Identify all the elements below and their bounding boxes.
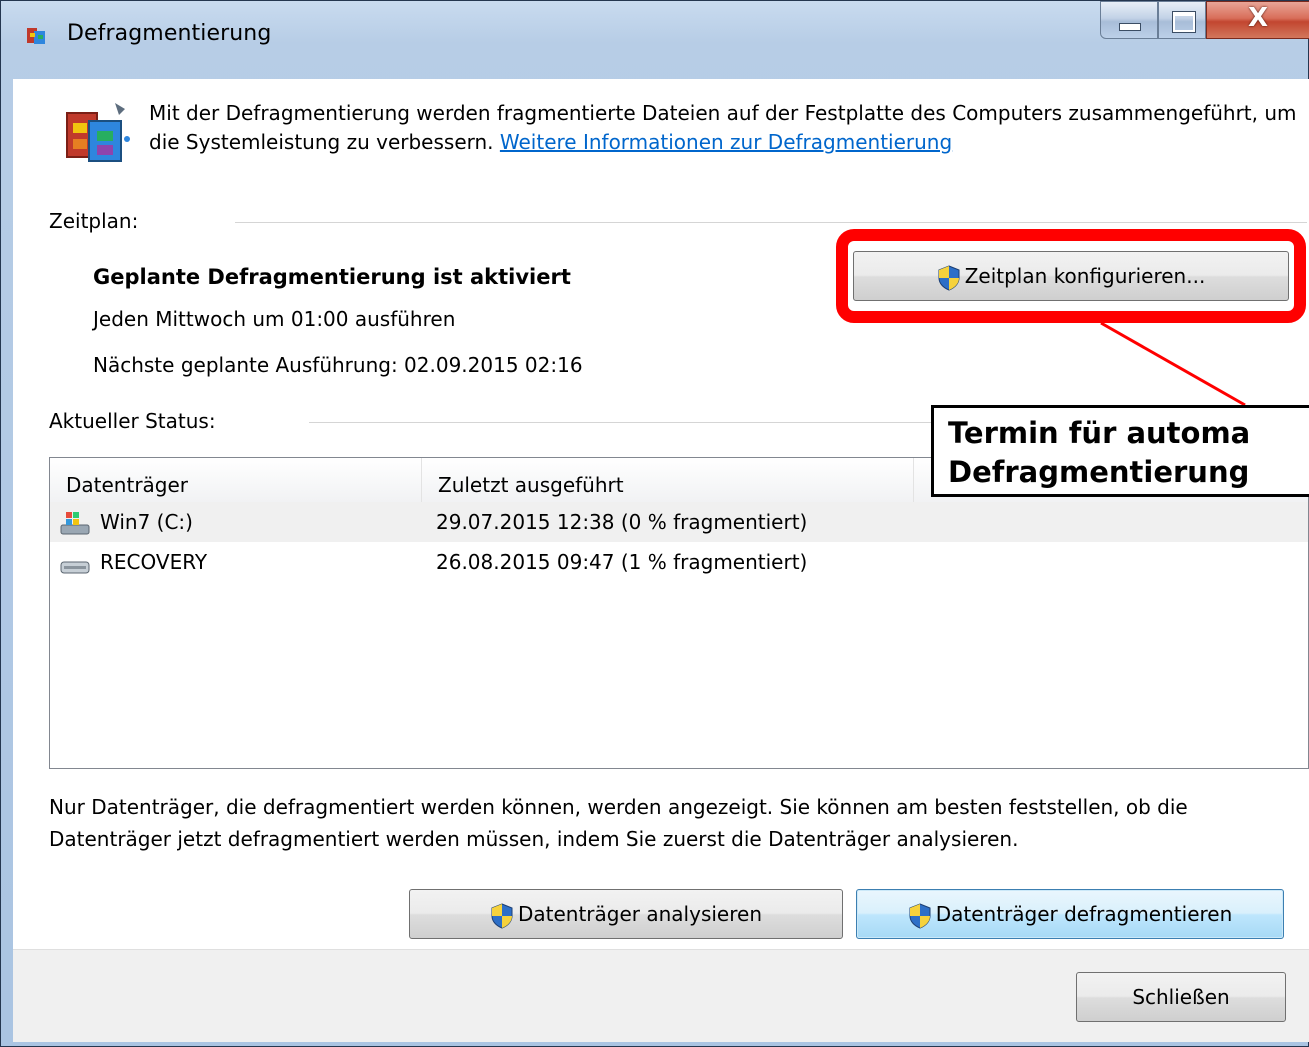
analyze-drive-label: Datenträger analysieren — [517, 902, 762, 926]
drive-name: Win7 (C:) — [100, 510, 193, 534]
drive-row-win7[interactable]: Win7 (C:) 29.07.2015 12:38 (0 % fragment… — [50, 502, 1308, 542]
drive-name: RECOVERY — [100, 550, 208, 574]
close-icon: X — [1247, 3, 1269, 33]
callout-line-2: Defragmentierung — [948, 455, 1250, 489]
info-text: Nur Datenträger, die defragmentiert werd… — [49, 795, 1188, 851]
drive-row-recovery[interactable]: RECOVERY 26.08.2015 09:47 (1 % fragmenti… — [50, 542, 1308, 582]
uac-shield-icon — [491, 902, 513, 929]
annotation-callout: Termin für automa Defragmentierung — [931, 405, 1309, 497]
maximize-button[interactable] — [1158, 1, 1206, 39]
uac-shield-icon — [909, 902, 931, 929]
drive-icon — [60, 561, 90, 574]
defragment-drive-button[interactable]: Datenträger defragmentieren — [856, 889, 1284, 939]
close-button[interactable]: Schließen — [1076, 972, 1286, 1022]
drive-last-run: 26.08.2015 09:47 (1 % fragmentiert) — [436, 550, 808, 574]
minimize-button[interactable] — [1100, 1, 1158, 39]
maximize-icon — [1172, 11, 1196, 33]
defragment-drive-label: Datenträger defragmentieren — [935, 902, 1233, 926]
defrag-window: Defragmentierung X Mit der Defragmentier… — [0, 0, 1309, 1047]
minimize-icon — [1119, 23, 1141, 31]
drive-list[interactable]: Datenträger Zuletzt ausgeführt S Win7 (C… — [49, 457, 1309, 769]
dialog-footer: Schließen — [13, 949, 1309, 1042]
drive-last-run: 29.07.2015 12:38 (0 % fragmentiert) — [436, 510, 808, 534]
window-controls: X — [1100, 1, 1309, 41]
dialog-content: Mit der Defragmentierung werden fragment… — [13, 79, 1309, 1042]
defrag-app-icon — [27, 28, 45, 44]
window-title: Defragmentierung — [67, 21, 272, 46]
analyze-drive-button[interactable]: Datenträger analysieren — [409, 889, 843, 939]
callout-line-1: Termin für automa — [948, 416, 1251, 450]
title-bar[interactable]: Defragmentierung X — [1, 1, 1309, 79]
system-drive-icon — [60, 512, 90, 535]
close-window-button[interactable]: X — [1206, 1, 1309, 39]
